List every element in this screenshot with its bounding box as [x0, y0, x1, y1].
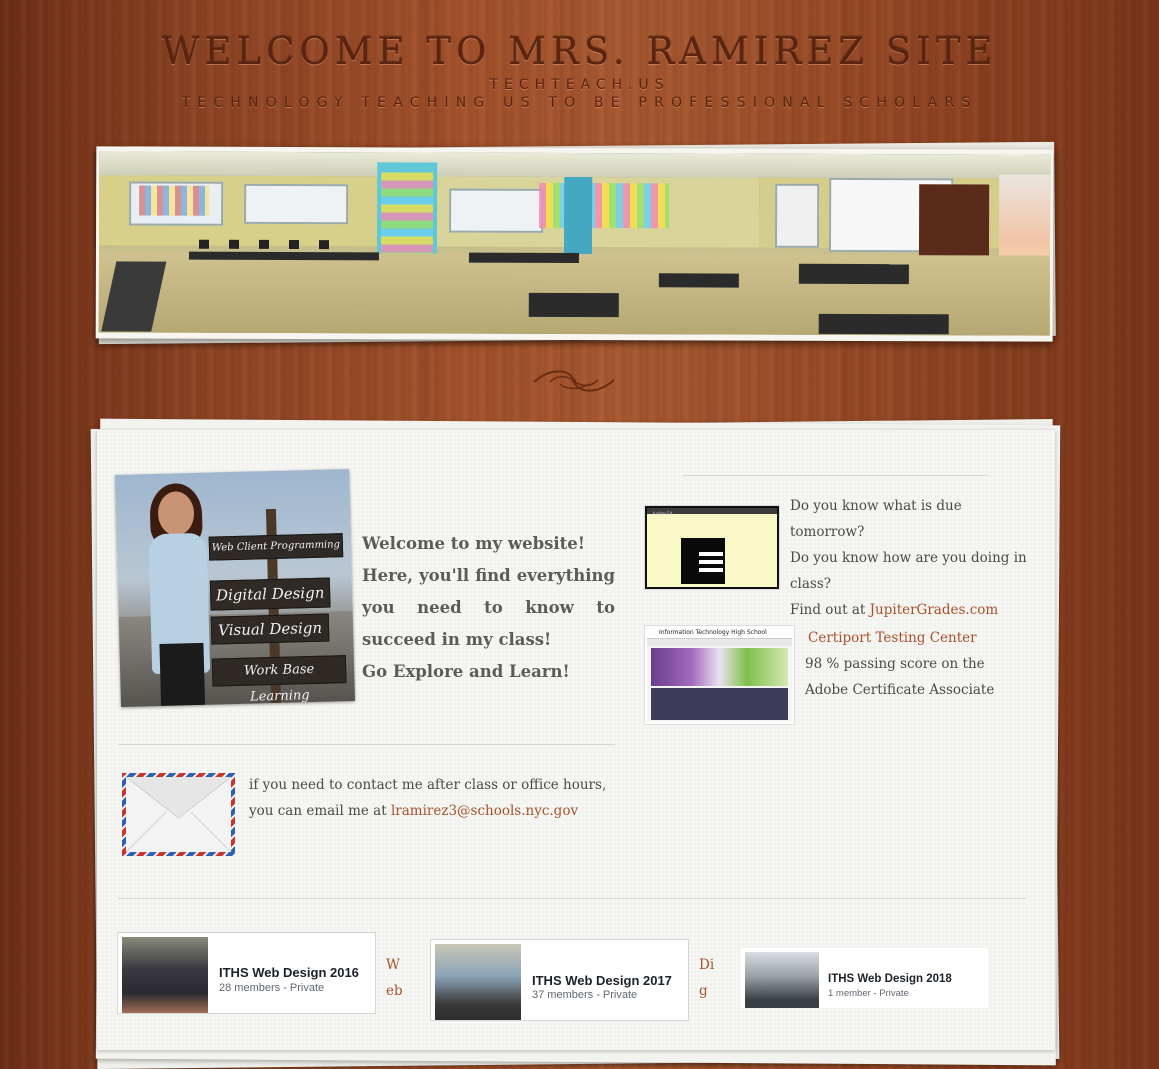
divider — [118, 744, 615, 745]
jupiter-line-2: Do you know how are you doing in class? — [790, 550, 1027, 592]
sign-digital-design: Digital Design — [209, 577, 331, 611]
site-title: WELCOME TO MRS. RAMIREZ SITE — [161, 30, 998, 73]
decorative-flourish-icon — [533, 370, 615, 392]
site-domain: TECHTEACH.US — [489, 77, 670, 93]
certiport-info: Certiport Testing Center 98 % passing sc… — [805, 625, 1005, 703]
group-photo — [435, 944, 521, 1020]
group-photo — [745, 952, 819, 1008]
contact-email-link[interactable]: lramirez3@schools.nyc.gov — [391, 803, 578, 819]
classroom-banner-image — [98, 151, 1051, 336]
certiport-thumbnail[interactable]: Information Technology High School — [645, 626, 794, 724]
jupitergrades-link[interactable]: JupiterGrades.com — [870, 602, 999, 618]
jupiter-grades-thumbnail[interactable]: Jupiter Ed — [645, 506, 779, 589]
divider — [683, 475, 989, 476]
jupiter-find-out: Find out at JupiterGrades.com — [790, 597, 1030, 623]
group-meta: 1 member - Private — [828, 988, 909, 999]
fb-group-card-2018[interactable]: ITHS Web Design 2018 1 member - Private — [741, 948, 988, 1008]
group-meta: 37 members - Private — [532, 989, 638, 1001]
group-meta: 28 members - Private — [219, 982, 325, 994]
group-title[interactable]: ITHS Web Design 2018 — [828, 973, 952, 985]
fb-group-card-2016[interactable]: ITHS Web Design 2016 28 members - Privat… — [118, 933, 375, 1013]
jupiter-prefix: Find out at — [790, 602, 870, 618]
welcome-message: Welcome to my website! Here, you'll find… — [362, 528, 615, 688]
certiport-line-1: 98 % passing score on the — [805, 656, 985, 672]
group-title[interactable]: ITHS Web Design 2017 — [532, 973, 672, 988]
certiport-line-2: Adobe Certificate Associate — [805, 682, 995, 698]
site-tagline: TECHNOLOGY TEACHING US TO BE PROFESSIONA… — [181, 95, 978, 111]
web-design-link[interactable]: Web — [386, 952, 406, 1004]
certiport-thumb-label: Information Technology High School — [659, 629, 767, 636]
divider — [118, 898, 1026, 899]
teacher-profile-image: Web Client Programming Digital Design Vi… — [115, 468, 355, 708]
sign-web-client-programming: Web Client Programming — [208, 533, 344, 561]
contact-info: if you need to contact me after class or… — [249, 772, 619, 824]
envelope-icon — [122, 773, 235, 856]
fb-group-card-2017[interactable]: ITHS Web Design 2017 37 members - Privat… — [431, 940, 688, 1020]
jupiter-line-1: Do you know what is due tomorrow? — [790, 498, 962, 540]
jupiter-thumb-label: Jupiter Ed — [653, 511, 673, 516]
group-title[interactable]: ITHS Web Design 2016 — [219, 965, 359, 980]
certiport-testing-center-link[interactable]: Certiport Testing Center — [808, 630, 977, 646]
sign-visual-design: Visual Design — [210, 613, 330, 645]
welcome-line-1: Welcome to my website! — [362, 534, 586, 553]
welcome-line-3: Go Explore and Learn! — [362, 662, 570, 681]
jupiter-info: Do you know what is due tomorrow? Do you… — [790, 493, 1030, 623]
digital-design-link[interactable]: Dig — [699, 952, 719, 1004]
welcome-line-2: Here, you'll find everything you need to… — [362, 566, 615, 649]
group-photo — [122, 937, 208, 1013]
sign-work-base-learning: Work Base Learning — [211, 655, 347, 705]
banner-frame — [95, 146, 1054, 342]
